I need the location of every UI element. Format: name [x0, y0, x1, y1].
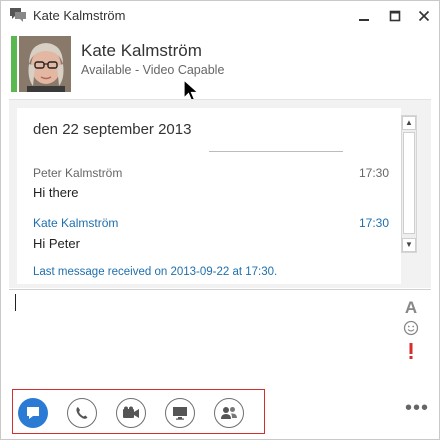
- more-options-button[interactable]: •••: [405, 397, 429, 420]
- scroll-down-icon[interactable]: ▼: [402, 238, 416, 252]
- conversation-panel: den 22 september 2013 Peter Kalmström 17…: [9, 99, 431, 288]
- call-button[interactable]: [67, 398, 97, 428]
- date-heading: den 22 september 2013: [33, 121, 192, 138]
- message-input[interactable]: A: [9, 289, 431, 374]
- message-history: den 22 september 2013 Peter Kalmström 17…: [17, 108, 401, 284]
- contact-name[interactable]: Kate Kalmström: [81, 41, 202, 61]
- message-time: 17:30: [359, 216, 390, 230]
- phone-icon: [76, 407, 88, 419]
- last-message-received: Last message received on 2013-09-22 at 1…: [33, 266, 278, 278]
- contact-header: Kate Kalmström Available - Video Capable: [1, 33, 439, 97]
- avatar[interactable]: [19, 36, 71, 92]
- presence-indicator: [11, 36, 17, 92]
- window-title: Kate Kalmström: [33, 8, 126, 23]
- conversation-toolbar: [12, 389, 265, 434]
- participants-icon: [221, 407, 237, 419]
- video-icon: [123, 406, 139, 418]
- im-icon: [27, 407, 39, 419]
- minimize-button[interactable]: [352, 5, 376, 27]
- message-time: 17:30: [359, 166, 390, 180]
- font-icon[interactable]: A: [403, 298, 419, 318]
- history-scrollbar[interactable]: ▲ ▼: [401, 115, 417, 253]
- contact-status: Available - Video Capable: [81, 63, 225, 77]
- close-button[interactable]: [412, 5, 436, 27]
- important-icon[interactable]: [403, 342, 419, 365]
- date-divider: [209, 151, 343, 152]
- title-bar: Kate Kalmström: [1, 1, 439, 33]
- message-text: Hi Peter: [33, 236, 80, 251]
- message-sender: Peter Kalmström: [33, 166, 123, 180]
- present-icon: [173, 407, 187, 420]
- present-button[interactable]: [165, 398, 195, 428]
- scroll-thumb[interactable]: [403, 132, 415, 234]
- message-text: Hi there: [33, 185, 79, 200]
- maximize-button[interactable]: [383, 5, 407, 27]
- participants-button[interactable]: [214, 398, 244, 428]
- video-button[interactable]: [116, 398, 146, 428]
- emoticon-icon[interactable]: [403, 320, 419, 341]
- im-button[interactable]: [18, 398, 48, 428]
- lync-app-icon: [10, 7, 26, 23]
- message-sender: Kate Kalmström: [33, 216, 119, 230]
- conversation-window: Kate Kalmström Kate Kalmström Available …: [0, 0, 440, 440]
- scroll-up-icon[interactable]: ▲: [402, 116, 416, 130]
- text-caret: [15, 294, 16, 311]
